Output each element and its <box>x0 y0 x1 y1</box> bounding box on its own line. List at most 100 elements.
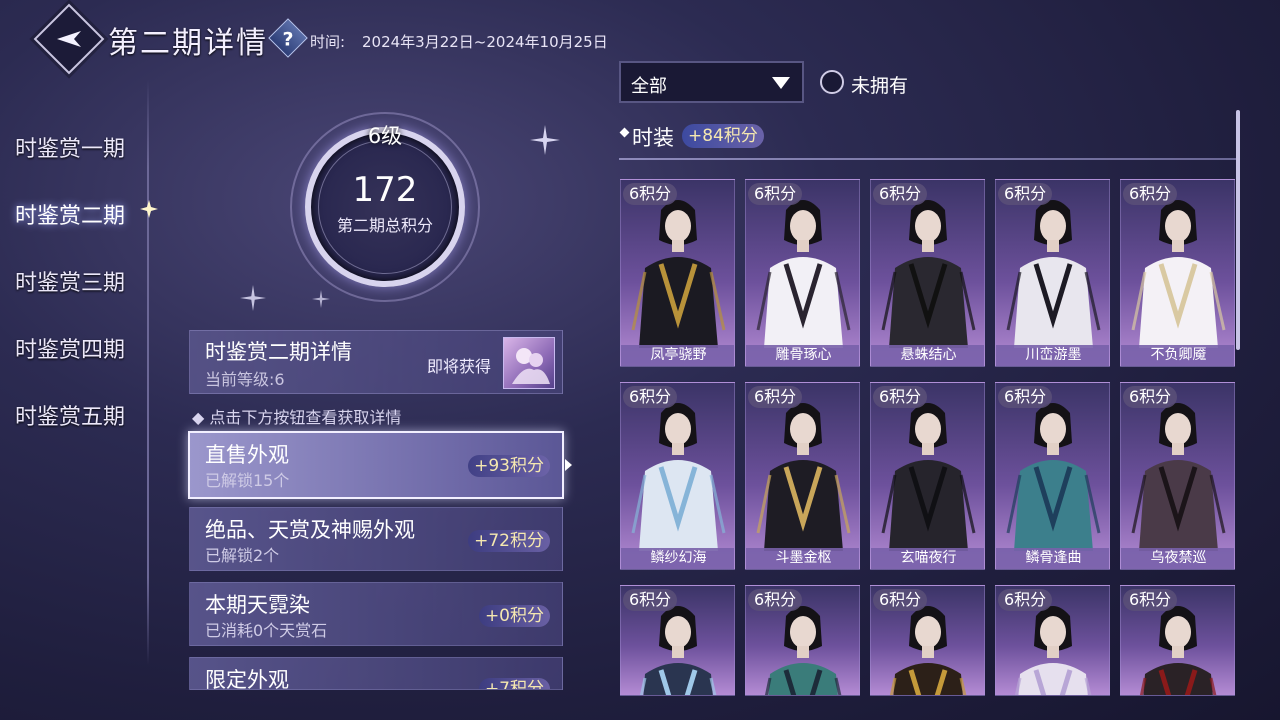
outfit-name: 凤亭骁野 <box>621 345 734 366</box>
outfit-card[interactable]: 6积分玄喵夜行 <box>870 382 985 570</box>
reward-figure-icon <box>512 348 550 384</box>
total-score: 172 <box>352 170 418 210</box>
outfit-points-badge: 6积分 <box>748 386 803 408</box>
active-sparkle-icon <box>140 200 158 218</box>
outfit-card[interactable]: 6积分鳞纱幻海 <box>620 382 735 570</box>
outfit-card[interactable]: 6积分不负卿魇 <box>1120 179 1235 367</box>
outfit-character-image <box>1006 403 1101 551</box>
sidebar-item-period-3[interactable]: 时鉴赏三期 <box>15 265 125 297</box>
category-points-badge: +93积分 <box>468 455 550 477</box>
question-icon: ? <box>282 28 294 51</box>
category-title: 本期天霓染 <box>205 593 310 617</box>
category-points-badge: +72积分 <box>468 530 550 552</box>
outfit-points-badge: 6积分 <box>873 386 928 408</box>
current-level-label: 当前等级:6 <box>205 370 285 389</box>
outfit-name: 鳞纱幻海 <box>621 548 734 569</box>
outfit-character-image <box>756 403 851 551</box>
hint-text: ◆ 点击下方按钮查看获取详情 <box>192 408 402 427</box>
outfit-card[interactable]: 6积分凤亭骁野 <box>620 179 735 367</box>
category-direct-sale-button[interactable]: 直售外观 已解锁15个 +93积分 <box>188 431 564 499</box>
outfit-character-image <box>631 403 726 551</box>
not-owned-label: 未拥有 <box>851 75 909 97</box>
section-title: 时装 <box>632 126 674 150</box>
section-divider <box>619 158 1237 160</box>
sidebar-item-period-5[interactable]: 时鉴赏五期 <box>15 399 125 431</box>
category-title: 直售外观 <box>205 443 289 467</box>
outfit-name: 斗墨金枢 <box>746 548 859 569</box>
outfit-card[interactable]: 6积分川峦游墨 <box>995 179 1110 367</box>
time-label: 时间: <box>310 33 346 51</box>
sparkle-icon <box>312 290 330 308</box>
outfit-card[interactable]: 6积分 <box>995 585 1110 696</box>
outfit-points-badge: 6积分 <box>873 183 928 205</box>
outfit-card[interactable]: 6积分乌夜禁巡 <box>1120 382 1235 570</box>
outfit-card[interactable]: 6积分斗墨金枢 <box>745 382 860 570</box>
sidebar-item-period-2[interactable]: 时鉴赏二期 <box>15 198 125 230</box>
soon-obtain-label: 即将获得 <box>427 357 492 376</box>
not-owned-radio[interactable] <box>820 70 844 94</box>
outfit-card[interactable]: 6积分 <box>620 585 735 696</box>
selected-arrow-icon <box>565 459 572 471</box>
sidebar-item-period-1[interactable]: 时鉴赏一期 <box>15 131 125 163</box>
filter-selected-value: 全部 <box>631 76 667 97</box>
outfit-card[interactable]: 6积分 <box>870 585 985 696</box>
level-text: 6级 <box>367 124 403 148</box>
outfit-points-badge: 6积分 <box>623 183 678 205</box>
category-title: 绝品、天赏及神赐外观 <box>205 518 415 542</box>
outfit-card[interactable]: 6积分 <box>745 585 860 696</box>
outfit-points-badge: 6积分 <box>748 589 803 611</box>
category-points-badge: +7积分 <box>478 678 550 689</box>
scrollbar[interactable] <box>1236 110 1240 350</box>
outfit-character-image <box>1131 403 1226 551</box>
detail-title: 时鉴赏二期详情 <box>205 340 352 364</box>
category-dye-button[interactable]: 本期天霓染 已消耗0个天赏石 +0积分 <box>189 582 563 646</box>
category-subtitle: 已解锁2个 <box>205 546 280 565</box>
outfit-points-badge: 6积分 <box>748 183 803 205</box>
outfit-name: 不负卿魇 <box>1121 345 1234 366</box>
outfit-name: 鳞骨逢曲 <box>996 548 1109 569</box>
time-value: 2024年3月22日~2024年10月25日 <box>362 33 608 51</box>
outfit-name: 雕骨琢心 <box>746 345 859 366</box>
outfit-points-badge: 6积分 <box>873 589 928 611</box>
outfit-points-badge: 6积分 <box>1123 386 1178 408</box>
back-button[interactable] <box>33 3 105 75</box>
category-premium-button[interactable]: 绝品、天赏及神赐外观 已解锁2个 +72积分 <box>189 507 563 571</box>
outfit-card[interactable]: 6积分悬蛛结心 <box>870 179 985 367</box>
outfit-points-badge: 6积分 <box>998 589 1053 611</box>
outfit-name: 乌夜禁巡 <box>1121 548 1234 569</box>
section-points-badge: +84积分 <box>682 124 764 148</box>
category-points-badge: +0积分 <box>478 605 550 627</box>
outfit-name: 玄喵夜行 <box>871 548 984 569</box>
outfit-points-badge: 6积分 <box>998 183 1053 205</box>
sparkle-icon <box>530 125 560 155</box>
outfit-points-badge: 6积分 <box>623 386 678 408</box>
outfit-name: 悬蛛结心 <box>871 345 984 366</box>
outfit-character-image <box>1006 200 1101 348</box>
reward-thumbnail[interactable] <box>503 337 555 389</box>
category-subtitle: 已解锁15个 <box>205 471 290 490</box>
outfit-character-image <box>631 200 726 348</box>
category-limited-button[interactable]: 限定外观 +7积分 <box>189 657 563 690</box>
sidebar-item-period-4[interactable]: 时鉴赏四期 <box>15 332 125 364</box>
outfit-card[interactable]: 6积分雕骨琢心 <box>745 179 860 367</box>
total-score-label: 第二期总积分 <box>336 216 433 235</box>
outfit-character-image <box>1131 200 1226 348</box>
outfit-name: 川峦游墨 <box>996 345 1109 366</box>
category-subtitle: 已消耗0个天赏石 <box>205 621 328 640</box>
outfit-points-badge: 6积分 <box>623 589 678 611</box>
outfit-character-image <box>756 200 851 348</box>
outfit-character-image <box>881 403 976 551</box>
filter-dropdown[interactable]: 全部 <box>619 61 804 103</box>
outfit-points-badge: 6积分 <box>1123 589 1178 611</box>
sparkle-icon <box>240 285 266 311</box>
chevron-down-icon <box>772 77 790 89</box>
diamond-bullet-icon <box>619 127 630 138</box>
page-title: 第二期详情 <box>108 26 268 61</box>
outfit-points-badge: 6积分 <box>1123 183 1178 205</box>
sidebar-divider <box>147 80 149 665</box>
help-button[interactable]: ? <box>268 18 308 58</box>
category-title: 限定外观 <box>205 668 289 690</box>
outfit-character-image <box>881 200 976 348</box>
outfit-card[interactable]: 6积分 <box>1120 585 1235 696</box>
outfit-card[interactable]: 6积分 鳞骨逢曲 <box>995 382 1110 570</box>
